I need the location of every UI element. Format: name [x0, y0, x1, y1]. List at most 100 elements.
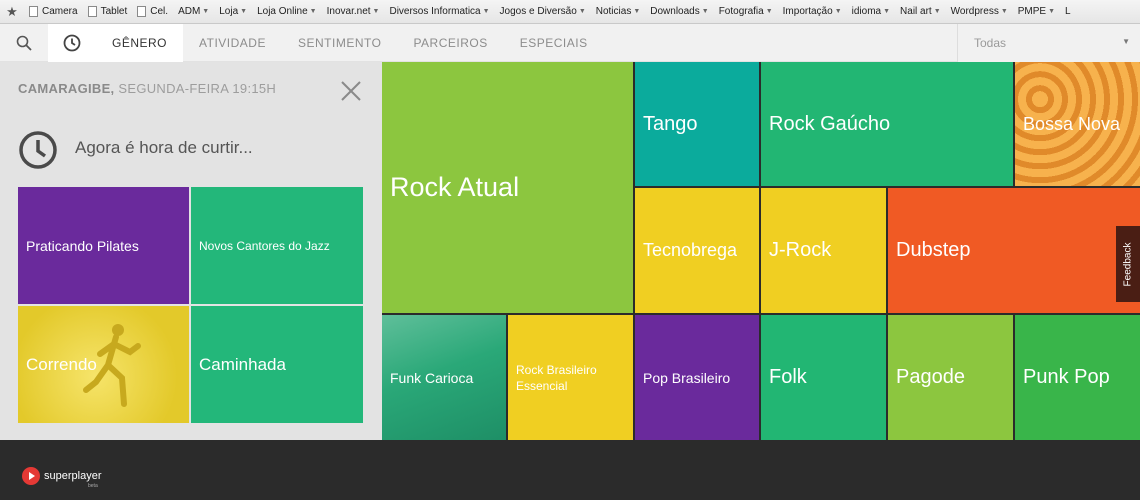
region-filter-select[interactable]: Todas ▼ — [957, 24, 1140, 62]
chevron-down-icon: ▼ — [202, 8, 210, 15]
tab-list: GÊNERO ATIVIDADE SENTIMENTO PARCEIROS ESPECI… — [96, 23, 604, 62]
chevron-down-icon: ▼ — [240, 8, 248, 15]
bookmark-item[interactable]: L — [1060, 6, 1076, 17]
bookmark-item[interactable]: Cel. — [132, 6, 173, 17]
bookmark-item[interactable]: Inovar.net ▼ — [322, 6, 385, 17]
bookmark-item[interactable]: ADM ▼ — [173, 6, 214, 17]
genre-label: Bossa Nova — [1023, 113, 1121, 134]
chevron-down-icon: ▼ — [1122, 37, 1130, 46]
bookmark-item[interactable]: Importação ▼ — [778, 6, 847, 17]
clock-icon[interactable] — [48, 23, 96, 62]
play-icon — [22, 467, 40, 485]
bookmark-list: Camera Tablet Cel. ADM ▼ Loja ▼ Loja Online ▼ Ino… — [24, 6, 1076, 17]
bookmark-label: Nail art — [900, 6, 932, 17]
tab-parceiros[interactable]: PARCEIROS — [397, 24, 503, 62]
genre-tile-folk[interactable]: Folk — [761, 315, 886, 440]
genre-tile-dubstep[interactable]: Dubstep — [888, 188, 1140, 313]
filter-value: Todas — [974, 36, 1007, 50]
genre-tile-pop-brasileiro[interactable]: Pop Brasileiro — [635, 315, 759, 440]
tab-sentimento[interactable]: SENTIMENTO — [282, 24, 397, 62]
genre-tile-funk-carioca[interactable]: Funk Carioca — [382, 315, 506, 440]
location-datetime: SEGUNDA-FEIRA 19:15H — [118, 81, 277, 96]
genre-label: Folk — [769, 366, 807, 388]
genre-label: Rock Brasileiro Essencial — [516, 362, 597, 393]
star-icon[interactable]: ★ — [0, 4, 24, 20]
location-header: CAMARAGIBE, SEGUNDA-FEIRA 19:15H — [18, 81, 276, 96]
genre-tile-rock-brasileiro-essencial[interactable]: Rock Brasileiro Essencial — [508, 315, 633, 440]
bookmarks-bar: ★ Camera Tablet Cel. ADM ▼ Loja ▼ Loja Online ▼ I… — [0, 0, 1140, 24]
genre-label: J-Rock — [769, 239, 832, 261]
bookmark-item[interactable]: Diversos Informatica ▼ — [384, 6, 494, 17]
chevron-down-icon: ▼ — [578, 8, 586, 15]
brand-name: superplayer — [44, 470, 102, 482]
app-navigation: GÊNERO ATIVIDADE SENTIMENTO PARCEIROS ESPECI… — [0, 23, 1140, 62]
playlist-tile-praticando-pilates[interactable]: Praticando Pilates — [18, 187, 189, 304]
bookmark-label: Loja Online — [257, 6, 308, 17]
now-panel: CAMARAGIBE, SEGUNDA-FEIRA 19:15H Agora é… — [0, 62, 382, 440]
tile-label: Caminhada — [199, 354, 286, 374]
chevron-down-icon: ▼ — [1048, 8, 1056, 15]
bookmark-item[interactable]: Loja Online ▼ — [252, 6, 322, 17]
location-city: CAMARAGIBE, — [18, 81, 115, 96]
bookmark-item[interactable]: PMPE ▼ — [1013, 6, 1060, 17]
genre-tile-tango[interactable]: Tango — [635, 62, 759, 186]
genre-tile-j-rock[interactable]: J-Rock — [761, 188, 886, 313]
bookmark-label: Noticias — [595, 6, 632, 17]
playlist-tile-caminhada[interactable]: Caminhada — [191, 306, 363, 423]
bookmark-item[interactable]: idioma ▼ — [847, 6, 895, 17]
tab-gênero[interactable]: GÊNERO — [96, 23, 184, 62]
feedback-button[interactable]: Feedback — [1116, 226, 1140, 302]
genre-tile-rock-gaucho[interactable]: Rock Gaúcho — [761, 62, 1013, 186]
bookmark-label: PMPE — [1017, 6, 1047, 17]
bookmark-item[interactable]: Nail art ▼ — [895, 6, 946, 17]
bookmark-item[interactable]: Downloads ▼ — [645, 6, 713, 17]
playlist-tile-novos-cantores-do-jazz[interactable]: Novos Cantores do Jazz — [191, 187, 363, 304]
bookmark-item[interactable]: Noticias ▼ — [591, 6, 646, 17]
bookmark-label: Tablet — [100, 6, 128, 17]
chevron-down-icon: ▼ — [1000, 8, 1008, 15]
search-icon[interactable] — [0, 24, 48, 62]
bookmark-item[interactable]: Wordpress ▼ — [946, 6, 1013, 17]
brand-tagline: beta — [88, 483, 98, 489]
page-icon — [87, 6, 97, 17]
bookmark-label: L — [1065, 6, 1071, 17]
bookmark-item[interactable]: Loja ▼ — [214, 6, 252, 17]
close-icon[interactable] — [340, 80, 362, 102]
bookmark-label: Camera — [42, 6, 78, 17]
bookmark-label: idioma — [851, 6, 882, 17]
chevron-down-icon: ▼ — [883, 8, 891, 15]
superplayer-logo[interactable]: superplayer beta — [22, 467, 102, 489]
chevron-down-icon: ▼ — [701, 8, 709, 15]
bookmark-item[interactable]: Fotografia ▼ — [714, 6, 778, 17]
now-message: Agora é hora de curtir... — [75, 138, 253, 157]
bookmark-label: Downloads — [650, 6, 700, 17]
bookmark-label: Jogos e Diversão — [499, 6, 577, 17]
genre-label: Funk Carioca — [390, 369, 474, 386]
chevron-down-icon: ▼ — [309, 8, 317, 15]
bookmark-item[interactable]: Camera — [24, 6, 83, 17]
tab-atividade[interactable]: ATIVIDADE — [183, 24, 282, 62]
bookmark-item[interactable]: Jogos e Diversão ▼ — [495, 6, 591, 17]
chevron-down-icon: ▼ — [765, 8, 773, 15]
tile-label: Correndo — [26, 354, 97, 374]
genre-tile-pagode[interactable]: Pagode — [888, 315, 1013, 440]
genre-label: Rock Atual — [390, 172, 520, 202]
genre-label: Punk Pop — [1023, 366, 1110, 388]
genre-label: Pop Brasileiro — [643, 369, 731, 386]
genre-tile-punk-pop[interactable]: Punk Pop — [1015, 315, 1140, 440]
genre-label: Tecnobrega — [643, 240, 738, 260]
bookmark-label: ADM — [178, 6, 201, 17]
bookmark-label: Fotografia — [718, 6, 764, 17]
footer: superplayer beta — [0, 440, 1140, 500]
tile-label: Novos Cantores do Jazz — [199, 238, 330, 253]
playlist-tile-correndo[interactable]: Correndo — [18, 306, 189, 423]
genre-tile-tecnobrega[interactable]: Tecnobrega — [635, 188, 759, 313]
bookmark-item[interactable]: Tablet — [83, 6, 133, 17]
bookmark-label: Cel. — [150, 6, 169, 17]
chevron-down-icon: ▼ — [633, 8, 641, 15]
tab-especiais[interactable]: ESPECIAIS — [504, 24, 604, 62]
bookmark-label: Loja — [219, 6, 239, 17]
genre-tile-rock-atual[interactable]: Rock Atual — [382, 62, 633, 313]
page-icon — [29, 6, 38, 17]
genre-tile-bossa-nova[interactable]: Bossa Nova — [1015, 62, 1140, 186]
